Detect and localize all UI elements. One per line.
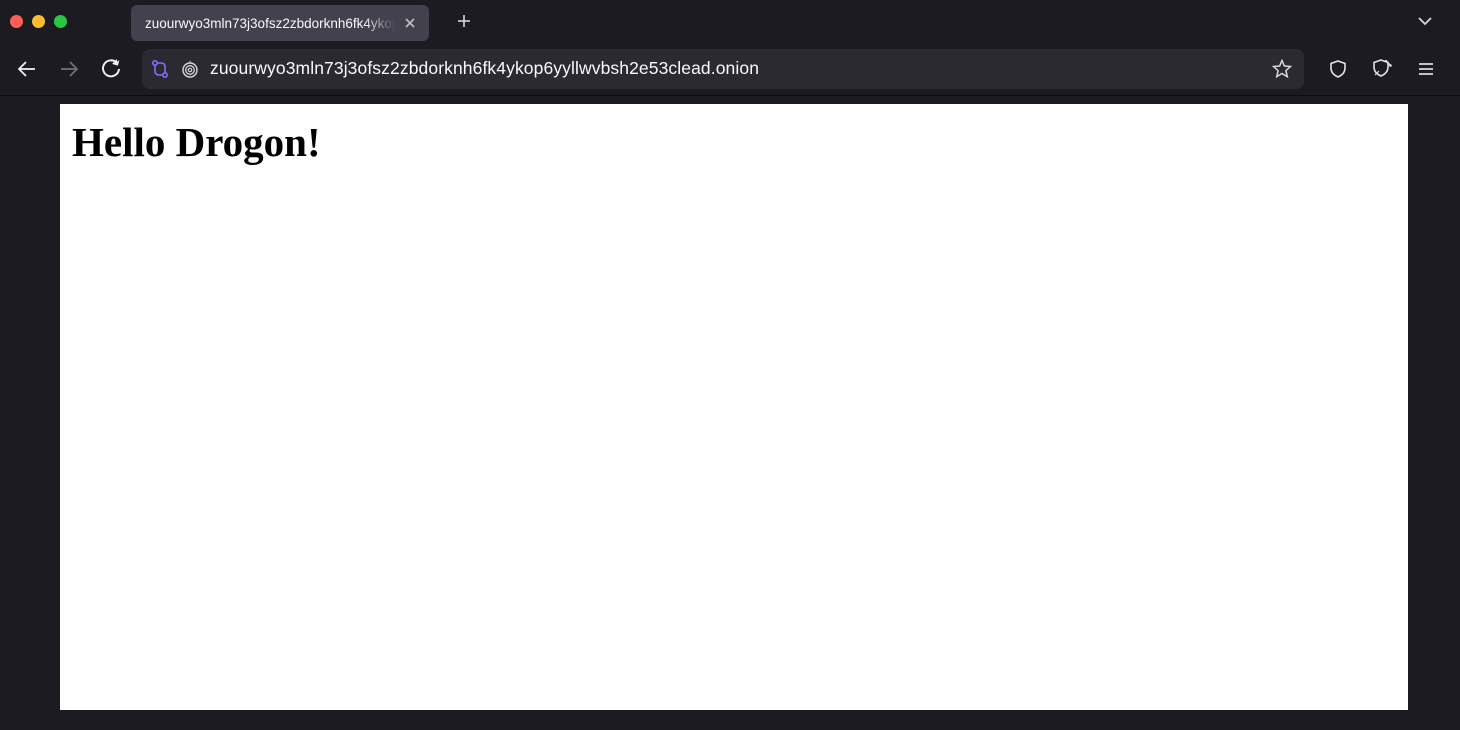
shield-icon <box>1328 59 1348 79</box>
browser-tab-active[interactable]: zuourwyo3mln73j3ofsz2zbdorknh6fk4ykop6yy… <box>131 5 429 41</box>
window-maximize-button[interactable] <box>54 15 67 28</box>
reload-button[interactable] <box>92 52 130 86</box>
close-icon <box>404 17 416 29</box>
new-tab-button[interactable] <box>449 6 479 36</box>
security-level-button[interactable] <box>1360 52 1404 86</box>
bookmark-button[interactable] <box>1268 55 1296 83</box>
navigation-toolbar: zuourwyo3mln73j3ofsz2zbdorknh6fk4ykop6yy… <box>0 42 1460 96</box>
page-heading: Hello Drogon! <box>72 118 1396 166</box>
star-icon <box>1272 59 1292 79</box>
back-button[interactable] <box>8 52 46 86</box>
browser-content-area: Hello Drogon! <box>0 96 1460 730</box>
security-level-icon <box>1371 58 1393 80</box>
tab-strip: zuourwyo3mln73j3ofsz2zbdorknh6fk4ykop6yy… <box>81 0 1450 42</box>
reload-icon <box>101 59 121 79</box>
hamburger-icon <box>1417 60 1435 78</box>
arrow-left-icon <box>16 58 38 80</box>
plus-icon <box>456 13 472 29</box>
onion-icon <box>181 60 199 78</box>
window-titlebar: zuourwyo3mln73j3ofsz2zbdorknh6fk4ykop6yy… <box>0 0 1460 42</box>
address-bar[interactable]: zuourwyo3mln73j3ofsz2zbdorknh6fk4ykop6yy… <box>142 49 1304 89</box>
circuit-icon <box>150 59 170 79</box>
tab-close-button[interactable] <box>401 14 419 32</box>
page-body: Hello Drogon! <box>60 104 1408 710</box>
list-all-tabs-button[interactable] <box>1408 6 1442 36</box>
onion-site-icon[interactable] <box>180 59 200 79</box>
toolbar-right-group <box>1316 52 1448 86</box>
chevron-down-icon <box>1416 12 1434 30</box>
window-minimize-button[interactable] <box>32 15 45 28</box>
application-menu-button[interactable] <box>1404 52 1448 86</box>
window-close-button[interactable] <box>10 15 23 28</box>
tor-circuit-icon[interactable] <box>150 59 170 79</box>
forward-button[interactable] <box>50 52 88 86</box>
shield-button[interactable] <box>1316 52 1360 86</box>
arrow-right-icon <box>58 58 80 80</box>
url-text: zuourwyo3mln73j3ofsz2zbdorknh6fk4ykop6yy… <box>210 58 1258 79</box>
window-controls <box>10 15 67 28</box>
tab-title: zuourwyo3mln73j3ofsz2zbdorknh6fk4ykop6yy… <box>145 16 401 31</box>
